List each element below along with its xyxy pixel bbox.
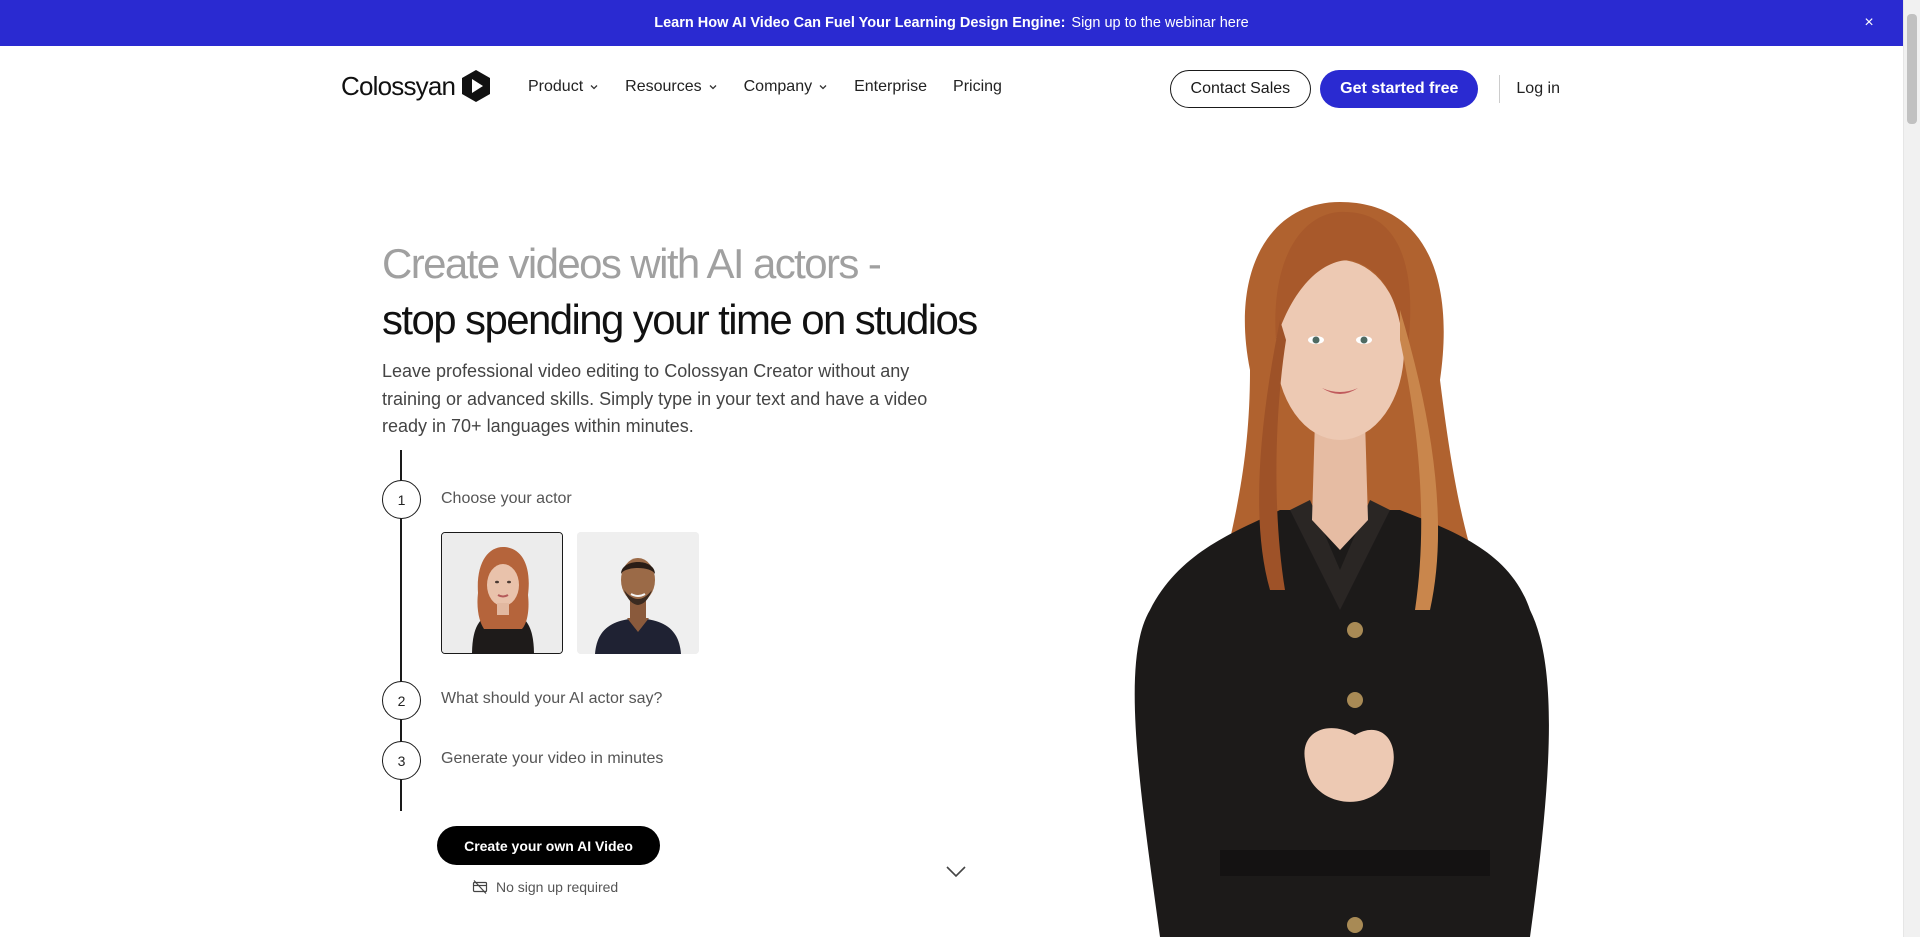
banner-headline: Learn How AI Video Can Fuel Your Learnin… xyxy=(654,15,1066,31)
scrollbar-thumb[interactable] xyxy=(1907,14,1917,124)
chevron-down-icon xyxy=(709,85,717,90)
actor-male-avatar xyxy=(577,532,699,654)
nav-resources-label: Resources xyxy=(625,78,702,95)
logo-text: Colossyan xyxy=(341,70,456,101)
step-1-number: 1 xyxy=(382,480,421,519)
step-1-label: Choose your actor xyxy=(441,490,572,507)
nav-divider xyxy=(1499,75,1501,103)
presenter-image xyxy=(1134,202,1549,937)
banner-webinar-link[interactable]: Sign up to the webinar here xyxy=(1071,15,1248,31)
page-scrollbar[interactable] xyxy=(1903,0,1920,937)
no-signup-text: No sign up required xyxy=(496,879,619,895)
nav-product-label: Product xyxy=(528,78,584,95)
create-video-button[interactable]: Create your own AI Video xyxy=(437,826,660,865)
step-3-label: Generate your video in minutes xyxy=(441,750,664,767)
announcement-banner: Learn How AI Video Can Fuel Your Learnin… xyxy=(0,0,1903,46)
step-3-number: 3 xyxy=(382,741,421,780)
nav-pricing-label: Pricing xyxy=(953,78,1002,95)
hero-title-line2: stop spending your time on studios xyxy=(382,296,978,343)
nav-company[interactable]: Company xyxy=(744,78,828,96)
main-nav: Colossyan Product Resources Company Ente… xyxy=(0,46,1903,130)
nav-actions: Contact Sales Get started free Log in xyxy=(1169,70,1560,108)
chevron-down-icon xyxy=(819,85,827,90)
nav-links: Product Resources Company Enterprise Pri… xyxy=(528,78,1002,96)
close-icon[interactable]: × xyxy=(1859,13,1879,33)
no-card-icon xyxy=(472,880,488,894)
nav-company-label: Company xyxy=(743,78,813,95)
hero-description: Leave professional video editing to Colo… xyxy=(382,361,928,436)
nav-enterprise[interactable]: Enterprise xyxy=(854,78,927,96)
get-started-button[interactable]: Get started free xyxy=(1320,70,1479,108)
chevron-down-icon[interactable] xyxy=(945,865,967,879)
nav-pricing[interactable]: Pricing xyxy=(953,78,1002,96)
step-2-number: 2 xyxy=(382,681,421,720)
logo[interactable]: Colossyan xyxy=(341,70,491,102)
chevron-down-icon xyxy=(590,85,598,90)
nav-enterprise-label: Enterprise xyxy=(854,78,928,95)
step-2-label: What should your AI actor say? xyxy=(441,690,663,707)
contact-sales-button[interactable]: Contact Sales xyxy=(1169,70,1312,108)
actor-card-male[interactable] xyxy=(577,532,699,654)
nav-product[interactable]: Product xyxy=(528,78,599,96)
login-link[interactable]: Log in xyxy=(1516,80,1560,98)
nav-resources[interactable]: Resources xyxy=(625,78,717,96)
actor-card-female[interactable] xyxy=(441,532,563,654)
logo-play-icon xyxy=(462,70,491,102)
no-signup-note: No sign up required xyxy=(472,879,618,895)
hero-title-line1: Create videos with AI actors - xyxy=(382,240,882,287)
actor-female-avatar xyxy=(442,533,562,653)
